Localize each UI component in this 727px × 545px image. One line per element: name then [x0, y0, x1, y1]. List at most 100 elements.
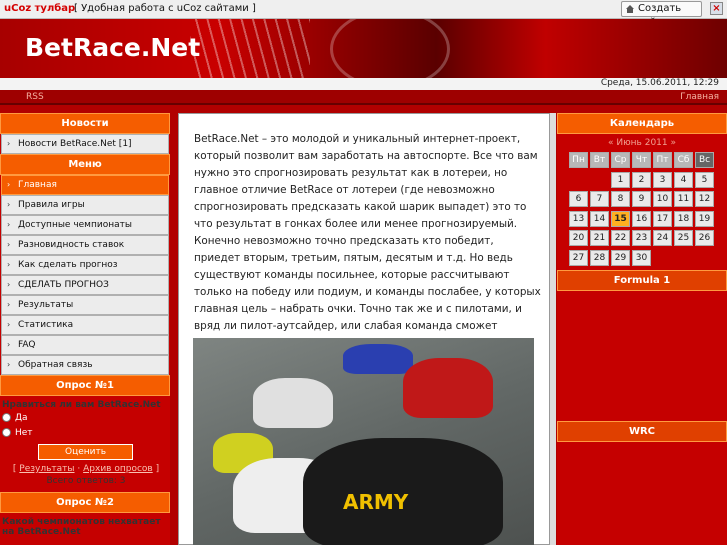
menu-item[interactable]: › Обратная связь	[1, 355, 169, 375]
menu-item[interactable]: › СДЕЛАТЬ ПРОГНОЗ	[1, 275, 169, 295]
arrow-icon: ›	[7, 280, 11, 289]
poll1: Нравиться ли вам BetRace.Net Да Нет Оцен…	[0, 396, 170, 486]
calendar-weekday: Сб	[674, 152, 693, 168]
intro-text: BetRace.Net – это молодой и уникальный и…	[194, 133, 541, 366]
calendar-weekday: Ср	[611, 152, 630, 168]
calendar-day[interactable]: 15	[611, 210, 630, 227]
menu-item[interactable]: › Главная	[1, 175, 169, 195]
header-decoration-ring	[330, 19, 450, 78]
menu-item-label: Обратная связь	[18, 360, 93, 370]
toolbar-brand[interactable]: uCoz тулбар	[4, 3, 75, 14]
poll-archive-link[interactable]: Архив опросов	[83, 464, 153, 474]
option-label: Нет	[15, 428, 33, 438]
calendar-day[interactable]: 1	[611, 171, 630, 188]
menu-item-label: Как сделать прогноз	[18, 260, 118, 270]
calendar-day[interactable]: 20	[569, 230, 588, 246]
calendar-day[interactable]: 29	[611, 249, 630, 266]
poll2: Какой чемпионатов нехватает на BetRace.N…	[0, 513, 170, 537]
menu-item-label: Правила игры	[18, 200, 85, 210]
menu-block-title: Меню	[0, 154, 170, 175]
news-item-label: Новости BetRace.Net [1]	[18, 139, 132, 149]
calendar: « Июнь 2011 » Пн Вт Ср Чт Пт Сб Вс 1 2 3 4 5 6 7 8 9 10 1…	[557, 134, 727, 270]
poll-results-link[interactable]: Результаты	[19, 464, 74, 474]
calendar-day[interactable]: 28	[590, 249, 609, 266]
arrow-icon: ›	[7, 360, 11, 369]
arrow-icon: ›	[7, 260, 11, 269]
arrow-icon: ›	[7, 139, 11, 148]
menu-item-label: FAQ	[18, 340, 36, 350]
menu-item[interactable]: › Как сделать прогноз	[1, 255, 169, 275]
calendar-weekday: Пн	[569, 152, 588, 168]
menu-item[interactable]: › Статистика	[1, 315, 169, 335]
calendar-day[interactable]: 11	[674, 191, 693, 207]
home-link[interactable]: Главная	[680, 92, 719, 102]
menu-item[interactable]: › FAQ	[1, 335, 169, 355]
page: uCoz тулбар [ Удобная работа с uCoz сайт…	[0, 0, 727, 545]
calendar-weekday: Вс	[695, 152, 714, 168]
main-menu: › Главная › Правила игры › Доступные чемпиона…	[0, 175, 170, 375]
arrow-icon: ›	[7, 340, 11, 349]
calendar-day[interactable]: 22	[611, 230, 630, 246]
right-sidebar: Календарь « Июнь 2011 » Пн Вт Ср Чт Пт Сб Вс 1 2…	[557, 113, 727, 545]
create-site-button[interactable]: Создать сайт	[621, 1, 702, 28]
calendar-weekday: Чт	[632, 152, 651, 168]
vote-button[interactable]: Оценить	[38, 444, 133, 460]
calendar-day[interactable]: 26	[695, 230, 714, 246]
calendar-day[interactable]: 16	[632, 210, 651, 227]
calendar-day[interactable]: 27	[569, 249, 588, 266]
calendar-day[interactable]: 25	[674, 230, 693, 246]
calendar-day[interactable]: 9	[632, 191, 651, 207]
car-army-label: ARMY	[343, 490, 409, 514]
poll2-title: Опрос №2	[0, 492, 170, 513]
calendar-day[interactable]: 7	[590, 191, 609, 207]
calendar-day[interactable]: 30	[632, 249, 651, 266]
calendar-day[interactable]: 14	[590, 210, 609, 227]
menu-item[interactable]: › Разновидность ставок	[1, 235, 169, 255]
toolbar-slogan[interactable]: [ Удобная работа с uCoz сайтами ]	[74, 3, 256, 14]
calendar-grid: Пн Вт Ср Чт Пт Сб Вс 1 2 3 4 5 6 7 8 9 10 11 12 13 14 15 16 17 1…	[557, 152, 727, 270]
calendar-day[interactable]: 23	[632, 230, 651, 246]
calendar-title: Календарь	[557, 113, 727, 134]
arrow-icon: ›	[7, 300, 11, 309]
arrow-icon: ›	[7, 180, 11, 189]
main-content: BetRace.Net – это молодой и уникальный и…	[178, 113, 550, 545]
menu-item[interactable]: › Доступные чемпионаты	[1, 215, 169, 235]
car-white	[253, 378, 333, 428]
calendar-day[interactable]: 21	[590, 230, 609, 246]
option-label: Да	[15, 413, 28, 423]
date-bar: Среда, 15.06.2011, 12:29	[0, 78, 727, 90]
calendar-day[interactable]: 3	[653, 171, 672, 188]
calendar-day[interactable]: 19	[695, 210, 714, 227]
nav-bar: RSS Главная	[0, 90, 727, 105]
calendar-day[interactable]: 12	[695, 191, 714, 207]
menu-item-label: Результаты	[18, 300, 74, 310]
news-item[interactable]: › Новости BetRace.Net [1]	[1, 134, 169, 154]
calendar-day[interactable]: 13	[569, 210, 588, 227]
car-blue	[343, 344, 413, 374]
calendar-day[interactable]: 17	[653, 210, 672, 227]
calendar-month[interactable]: « Июнь 2011 »	[557, 138, 727, 152]
calendar-day[interactable]: 2	[632, 171, 651, 188]
poll-option-no[interactable]: Нет	[2, 427, 170, 440]
poll-option-yes[interactable]: Да	[2, 412, 170, 425]
menu-item-label: Статистика	[18, 320, 74, 330]
rss-link[interactable]: RSS	[26, 92, 44, 102]
news-block-title: Новости	[0, 113, 170, 134]
calendar-day[interactable]: 24	[653, 230, 672, 246]
calendar-day[interactable]: 5	[695, 171, 714, 188]
calendar-day[interactable]: 6	[569, 191, 588, 207]
menu-item[interactable]: › Результаты	[1, 295, 169, 315]
radio-icon[interactable]	[2, 413, 11, 422]
radio-icon[interactable]	[2, 428, 11, 437]
calendar-day[interactable]: 18	[674, 210, 693, 227]
calendar-day[interactable]: 10	[653, 191, 672, 207]
calendar-day[interactable]: 4	[674, 171, 693, 188]
close-icon[interactable]: ×	[710, 2, 723, 15]
formula1-block	[557, 291, 727, 421]
menu-item[interactable]: › Правила игры	[1, 195, 169, 215]
calendar-day[interactable]: 8	[611, 191, 630, 207]
calendar-weekday: Пт	[653, 152, 672, 168]
arrow-icon: ›	[7, 320, 11, 329]
home-icon	[626, 5, 634, 13]
site-title[interactable]: BetRace.Net	[25, 33, 200, 62]
